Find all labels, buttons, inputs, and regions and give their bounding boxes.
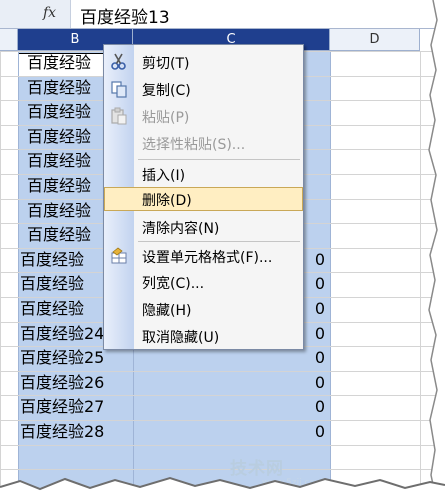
cell-c[interactable] [305, 198, 325, 224]
grid-line-vertical [0, 51, 1, 499]
cell-c[interactable] [305, 50, 325, 76]
cell-c[interactable] [305, 99, 325, 125]
cell-c[interactable] [305, 75, 325, 101]
cell-b[interactable]: 百度经验26 [20, 370, 104, 396]
cell-b[interactable]: 百度经验 [27, 124, 91, 150]
cell-c[interactable]: 0 [305, 419, 325, 445]
cell-c[interactable]: 0 [305, 296, 325, 322]
fx-icon[interactable]: fx [43, 5, 56, 21]
grid-line-vertical [420, 51, 421, 499]
cell-c[interactable]: 0 [305, 394, 325, 420]
cell-c[interactable] [305, 124, 325, 150]
menu-item-paste-label: 粘贴(P) [142, 110, 190, 126]
column-header-d-label: D [369, 32, 380, 47]
cell-b[interactable]: 百度经验 [27, 173, 91, 199]
cell-b[interactable]: 百度经验 [27, 99, 91, 125]
cell-c[interactable]: 0 [305, 247, 325, 273]
menu-separator [138, 159, 300, 160]
menu-item-unhide[interactable]: 取消隐藏(U) [104, 324, 303, 348]
cell-b[interactable]: 百度经验 [27, 198, 91, 224]
cell-b[interactable]: 百度经验24 [20, 321, 104, 347]
menu-item-paste-special[interactable]: 选择性粘贴(S)... [104, 131, 303, 155]
menu-item-delete[interactable]: 删除(D) [104, 187, 303, 211]
cell-b[interactable]: 百度经验28 [20, 419, 104, 445]
menu-item-format-cells[interactable]: 设置单元格格式(F)... [104, 244, 303, 268]
menu-item-cut-label: 剪切(T) [142, 56, 190, 72]
menu-item-column-width-label: 列宽(C)... [142, 276, 205, 292]
menu-item-insert-label: 插入(I) [142, 168, 186, 184]
name-box-area[interactable]: fx [0, 0, 71, 28]
cell-c[interactable] [305, 173, 325, 199]
cell-b[interactable]: 百度经验25 [20, 345, 104, 371]
menu-item-hide-label: 隐藏(H) [142, 303, 192, 319]
scissors-icon [111, 53, 126, 70]
paste-icon [111, 107, 127, 125]
cell-c[interactable]: 0 [305, 321, 325, 347]
menu-item-paste-special-label: 选择性粘贴(S)... [142, 137, 246, 153]
cell-b[interactable]: 百度经验 [27, 50, 91, 76]
menu-item-clear-contents-label: 清除内容(N) [142, 221, 220, 237]
cell-b[interactable]: 百度经验 [20, 296, 84, 322]
cell-b[interactable]: 百度经验27 [20, 394, 104, 420]
formula-bar-content[interactable]: 百度经验13 [80, 3, 170, 28]
cell-b[interactable]: 百度经验 [27, 222, 91, 248]
cell-b[interactable]: 百度经验 [27, 75, 91, 101]
menu-item-hide[interactable]: 隐藏(H) [104, 297, 303, 321]
format-cells-icon [111, 247, 127, 264]
cell-c[interactable]: 0 [305, 345, 325, 371]
column-header-d[interactable]: D [330, 29, 420, 51]
cell-b[interactable]: 百度经验 [27, 148, 91, 174]
cell-c[interactable]: 0 [305, 370, 325, 396]
formula-bar: fx 百度经验13 [0, 0, 445, 29]
copy-icon [111, 81, 127, 98]
menu-item-paste[interactable]: 粘贴(P) [104, 104, 303, 128]
menu-item-copy[interactable]: 复制(C) [104, 77, 303, 101]
menu-item-delete-label: 删除(D) [142, 193, 192, 209]
cell-b[interactable]: 百度经验 [20, 247, 84, 273]
column-header-b-label: B [70, 32, 80, 47]
cell-c[interactable] [305, 222, 325, 248]
grid-line-vertical [330, 51, 331, 499]
torn-edge-bottom [0, 476, 445, 499]
menu-item-insert[interactable]: 插入(I) [104, 162, 303, 186]
cell-c[interactable] [305, 148, 325, 174]
torn-edge-right [428, 0, 445, 499]
menu-item-cut[interactable]: 剪切(T) [104, 50, 303, 74]
menu-item-copy-label: 复制(C) [142, 83, 191, 99]
menu-item-unhide-label: 取消隐藏(U) [142, 330, 220, 346]
cell-b[interactable]: 百度经验 [20, 271, 84, 297]
grid-line-vertical [18, 51, 19, 499]
column-header-a-partial[interactable] [0, 29, 18, 51]
context-menu: 剪切(T) 复制(C) 粘贴(P) 选择性粘贴(S)... 插入(I) 删除(D… [103, 44, 304, 350]
menu-separator [138, 241, 300, 242]
menu-item-clear-contents[interactable]: 清除内容(N) [104, 215, 303, 239]
spreadsheet-window: fx 百度经验13 B C D 百度经验 百度经验 百度经验 百度经验 百度经验 百度经验… [0, 0, 445, 499]
cell-c[interactable]: 0 [305, 271, 325, 297]
menu-item-format-cells-label: 设置单元格格式(F)... [142, 250, 273, 266]
menu-item-column-width[interactable]: 列宽(C)... [104, 270, 303, 294]
